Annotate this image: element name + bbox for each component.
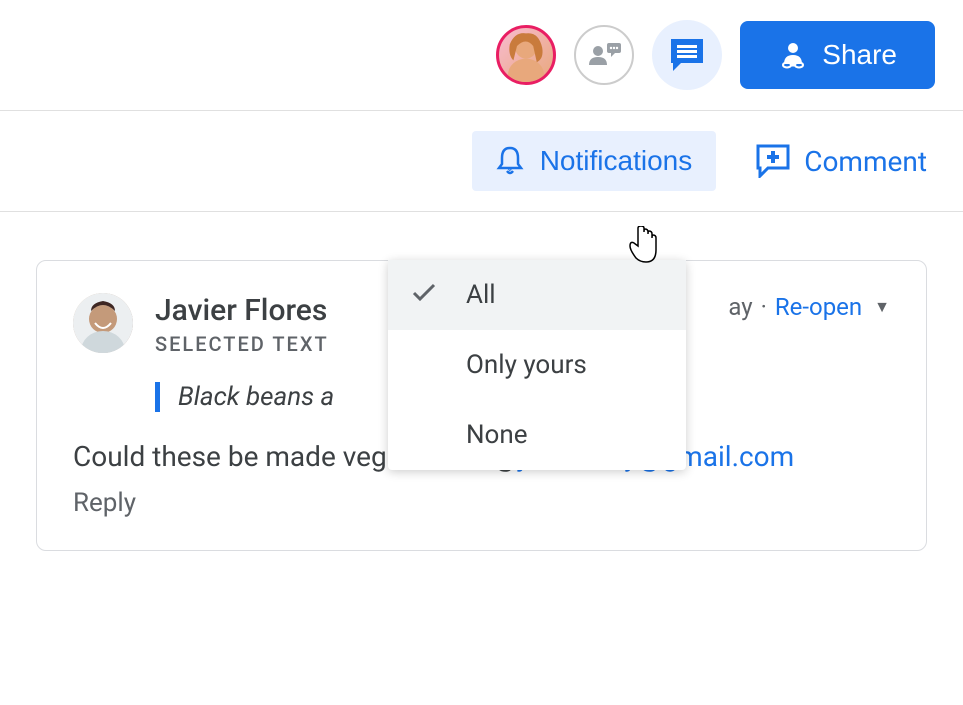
dropdown-item-only-yours[interactable]: Only yours — [388, 330, 686, 400]
chevron-down-icon[interactable]: ▼ — [874, 297, 890, 317]
notifications-dropdown: All Only yours None — [388, 260, 686, 470]
add-comment-button[interactable]: Comment — [756, 144, 927, 178]
comment-plus-icon — [756, 144, 790, 178]
second-toolbar: Notifications Comment — [0, 111, 963, 212]
reply-button[interactable]: Reply — [73, 488, 890, 518]
comment-timestamp-area: ay · Re-open ▼ — [728, 293, 890, 321]
notifications-label: Notifications — [540, 145, 693, 177]
check-icon — [412, 280, 436, 310]
notifications-button[interactable]: Notifications — [472, 131, 717, 191]
timestamp-fragment: ay — [728, 293, 752, 321]
commenter-avatar — [73, 293, 133, 353]
chat-button[interactable] — [574, 25, 634, 85]
dropdown-item-all[interactable]: All — [388, 260, 686, 330]
user-avatar[interactable] — [496, 25, 556, 85]
share-label: Share — [822, 39, 897, 71]
comment-history-button[interactable] — [652, 20, 722, 90]
share-button[interactable]: Share — [740, 21, 935, 89]
dropdown-item-label: Only yours — [466, 350, 587, 380]
top-toolbar: Share — [0, 0, 963, 111]
dropdown-item-none[interactable]: None — [388, 400, 686, 470]
dropdown-item-label: None — [466, 420, 528, 450]
comment-link-label: Comment — [804, 145, 927, 178]
dropdown-item-label: All — [466, 280, 496, 310]
reopen-link[interactable]: Re-open — [775, 293, 862, 321]
bell-icon — [496, 146, 524, 176]
